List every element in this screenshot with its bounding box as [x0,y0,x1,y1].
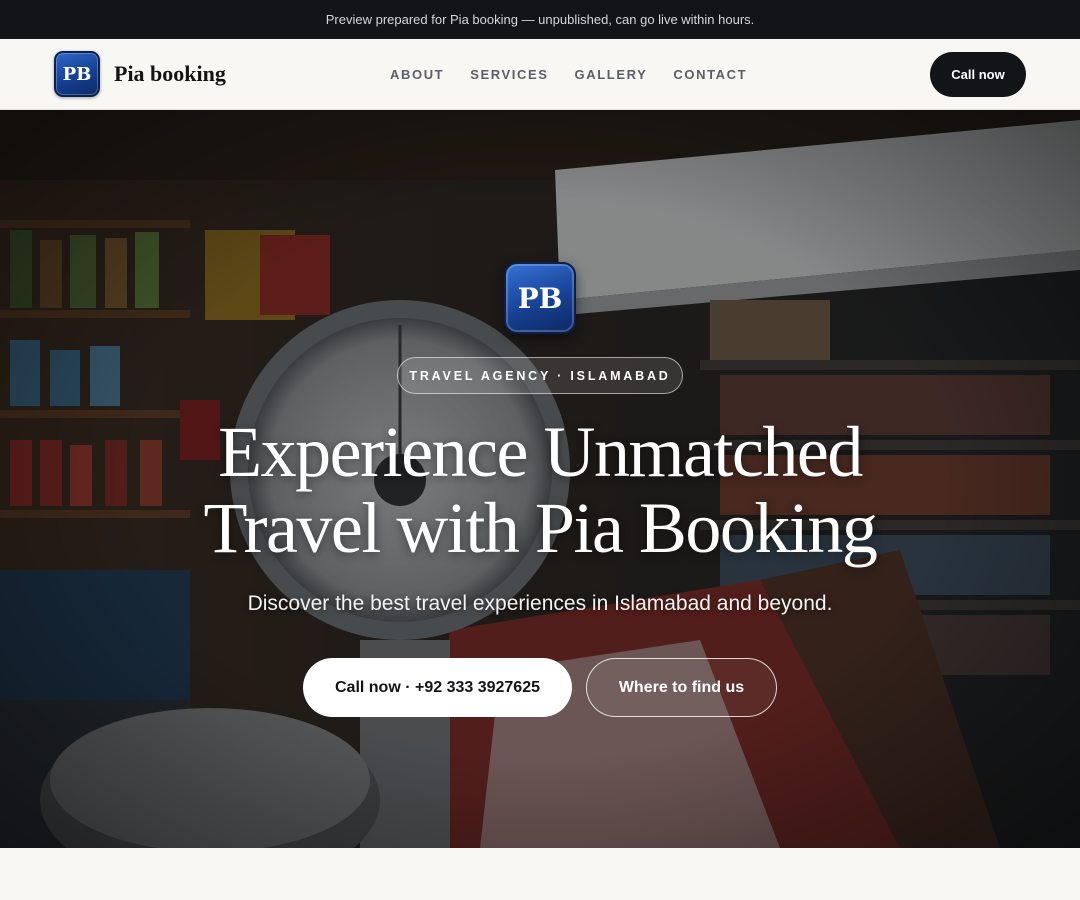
hero-title-line-2: Travel with Pia Booking [203,488,878,568]
brand-home-link[interactable]: PB Pia booking [54,51,226,97]
hero-logo-initials: PB [517,281,563,315]
preview-banner-text: Preview prepared for Pia booking — unpub… [325,12,755,27]
nav-link-services[interactable]: SERVICES [470,67,548,82]
brand-logo-initials: PB [62,63,92,85]
nav-link-gallery[interactable]: GALLERY [575,67,648,82]
preview-banner: Preview prepared for Pia booking — unpub… [0,0,1080,39]
hero-find-us-button[interactable]: Where to find us [586,658,777,717]
next-section [0,848,1080,900]
hero-logo-icon: PB [504,262,576,334]
hero-category-tag: TRAVEL AGENCY · ISLAMABAD [397,357,683,394]
site-header: PB Pia booking ABOUT SERVICES GALLERY CO… [0,39,1080,110]
hero-title-line-1: Experience Unmatched [218,412,863,492]
nav-link-contact[interactable]: CONTACT [673,67,747,82]
brand-name: Pia booking [114,61,226,86]
hero-title: Experience Unmatched Travel with Pia Boo… [90,414,990,566]
main-nav: ABOUT SERVICES GALLERY CONTACT [390,39,747,109]
hero-section: PB TRAVEL AGENCY · ISLAMABAD Experience … [0,110,1080,848]
nav-link-about[interactable]: ABOUT [390,67,444,82]
header-call-now-button[interactable]: Call now [930,52,1026,97]
hero-subtitle: Discover the best travel experiences in … [247,592,833,615]
brand-logo-icon: PB [54,51,100,97]
hero-call-now-button[interactable]: Call now · +92 333 3927625 [303,658,572,717]
